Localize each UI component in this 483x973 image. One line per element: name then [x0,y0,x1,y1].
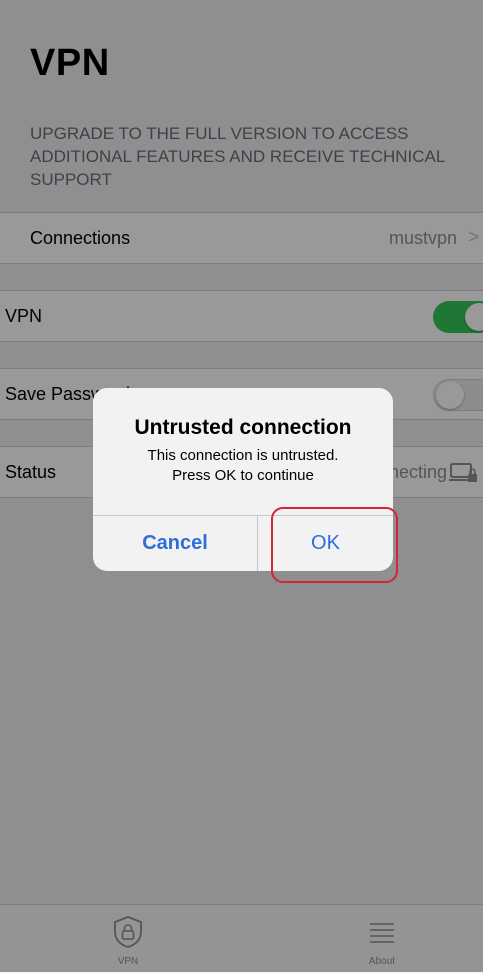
dialog-message-line-1: This connection is untrusted. [147,447,339,464]
cancel-button[interactable]: Cancel [93,516,257,571]
dialog-message: This connection is untrusted. Press OK t… [93,446,393,486]
dialog-message-line-2: Press OK to continue [172,467,314,484]
ok-button-highlight [271,507,398,583]
dialog-title: Untrusted connection [134,416,352,439]
